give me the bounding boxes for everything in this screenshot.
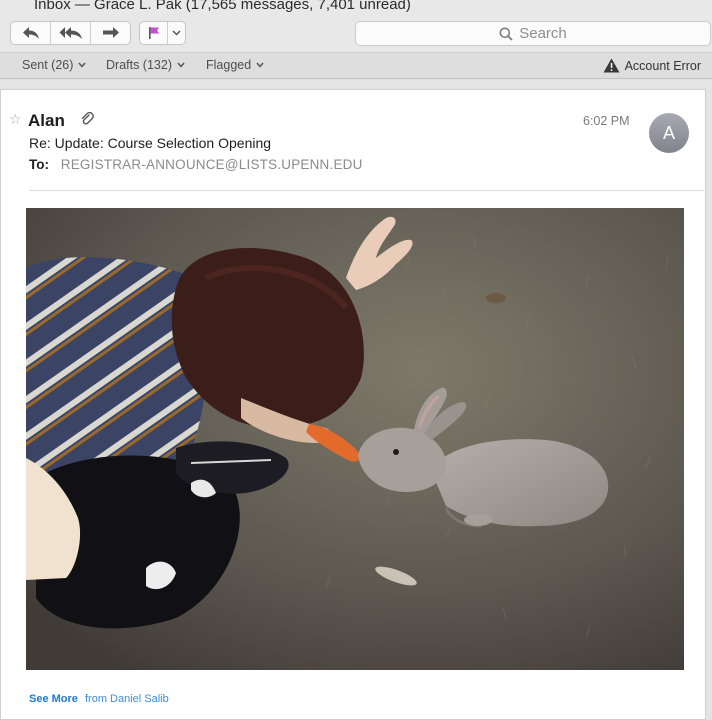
chevron-down-icon <box>256 62 264 68</box>
favorite-drafts[interactable]: Drafts (132) <box>106 58 185 72</box>
header-divider <box>29 190 707 191</box>
star-icon[interactable]: ☆ <box>9 112 22 126</box>
forward-button[interactable] <box>91 22 130 44</box>
chevron-down-icon <box>78 62 86 68</box>
search-placeholder: Search <box>519 25 567 42</box>
to-label: To: <box>29 157 49 172</box>
message-time: 6:02 PM <box>583 114 630 128</box>
reply-icon <box>22 27 39 39</box>
favorite-label: Drafts (132) <box>106 58 172 72</box>
window-title: Inbox — Grace L. Pak (17,565 messages, 7… <box>34 0 411 13</box>
reply-button[interactable] <box>11 22 51 44</box>
search-icon <box>499 27 513 41</box>
reply-all-button[interactable] <box>51 22 91 44</box>
see-more-from: from Daniel Salib <box>84 693 169 705</box>
favorite-label: Flagged <box>206 58 252 72</box>
favorite-sent[interactable]: Sent (26) <box>22 58 86 72</box>
toolbar: Search <box>0 14 712 52</box>
reply-all-icon <box>59 27 82 39</box>
warning-icon <box>603 58 620 73</box>
message-viewer: ☆ Alan 6:02 PM A Re: Update: Course Sele… <box>0 89 707 720</box>
paperclip-icon <box>80 111 94 127</box>
mail-window: Inbox — Grace L. Pak (17,565 messages, 7… <box>0 0 712 720</box>
recipient-address[interactable]: REGISTRAR-ANNOUNCE@LISTS.UPENN.EDU <box>61 157 363 172</box>
avatar: A <box>649 113 689 153</box>
reply-button-group <box>10 21 131 45</box>
recipient-row: To: REGISTRAR-ANNOUNCE@LISTS.UPENN.EDU <box>29 157 363 172</box>
chevron-down-icon <box>172 30 181 36</box>
chevron-down-icon <box>177 62 185 68</box>
flag-button[interactable] <box>140 22 168 44</box>
favorite-label: Sent (26) <box>22 58 74 72</box>
flag-button-group <box>139 21 186 45</box>
search-field[interactable]: Search <box>355 21 711 46</box>
forward-icon <box>102 27 119 38</box>
flag-menu-button[interactable] <box>168 22 185 44</box>
flag-icon <box>148 27 159 39</box>
sender-name: Alan <box>28 111 65 130</box>
message-photo <box>26 208 684 670</box>
account-error-label: Account Error <box>624 58 701 73</box>
message-subject: Re: Update: Course Selection Opening <box>29 135 272 151</box>
title-bar: Inbox — Grace L. Pak (17,565 messages, 7… <box>0 0 712 14</box>
see-more-label: See More <box>29 693 78 705</box>
favorite-flagged[interactable]: Flagged <box>206 58 264 72</box>
see-more-link[interactable]: See More from Daniel Salib <box>29 693 169 705</box>
account-error-button[interactable]: Account Error <box>603 58 701 73</box>
favorites-bar: Sent (26) Drafts (132) Flagged Account E… <box>0 52 712 79</box>
